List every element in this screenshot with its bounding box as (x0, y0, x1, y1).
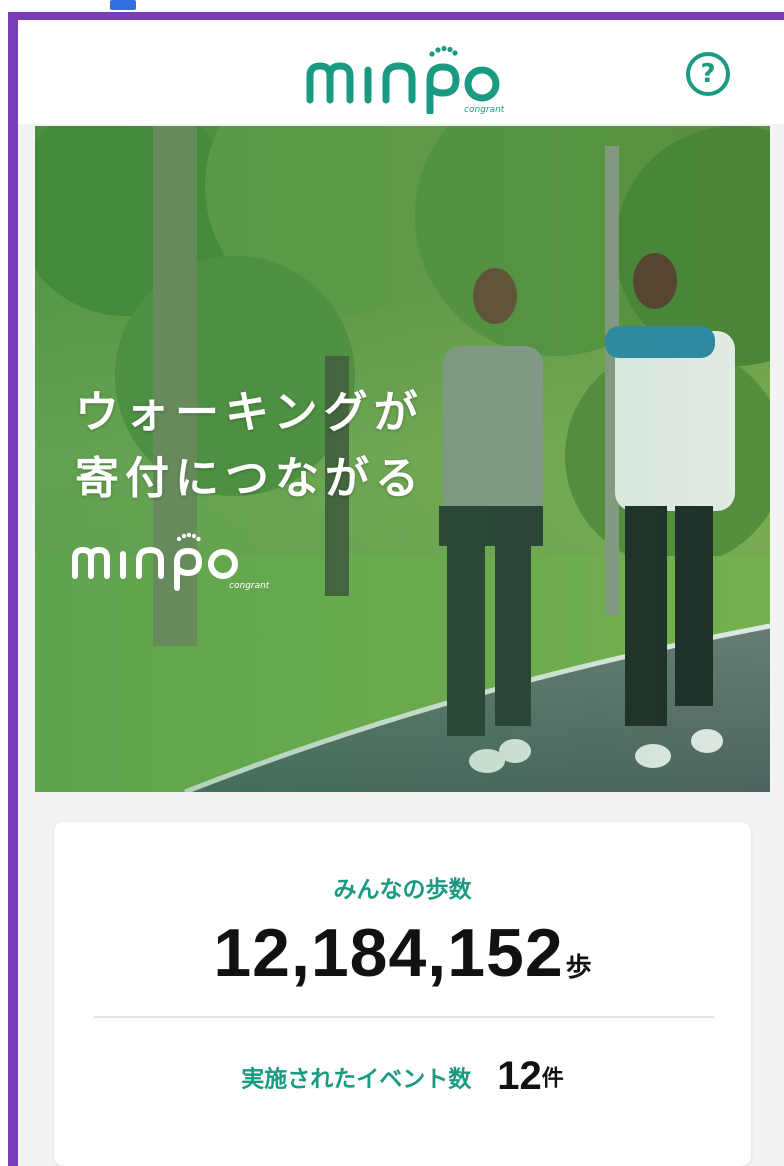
events-count-value: 12 (497, 1054, 542, 1098)
hero-banner: ウォーキングが 寄付につながる congrant (35, 126, 770, 792)
hero-tagline-line1: ウォーキングが (75, 387, 424, 438)
hero-logo-subtext: congrant (229, 581, 270, 591)
minpo-logo[interactable]: congrant (304, 42, 504, 114)
frame-border-top (8, 12, 784, 20)
logo-subtext: congrant (464, 105, 504, 114)
app-header: congrant ? (18, 20, 784, 124)
question-circle-icon: ? (700, 59, 716, 89)
stats-card: みんなの歩数 12,184,152歩 実施されたイベント数 12件 (54, 822, 751, 1166)
help-button[interactable]: ? (686, 52, 730, 96)
total-steps-value: 12,184,152 (213, 915, 564, 991)
device-frame: congrant ? ウォーキングが 寄付につながる congrant みんなの… (0, 0, 784, 1166)
frame-border-left (8, 12, 18, 1166)
events-count-label: 実施されたイベント数 (241, 1066, 472, 1093)
events-count-unit: 件 (541, 1066, 564, 1092)
events-count-row: 実施されたイベント数 12件 (54, 1054, 751, 1099)
app-screen: congrant ? ウォーキングが 寄付につながる congrant みんなの… (18, 20, 784, 1166)
hero-minpo-logo: congrant (72, 532, 270, 591)
total-steps-row: 12,184,152歩 (54, 914, 751, 992)
total-steps-label: みんなの歩数 (333, 877, 472, 903)
top-marker (110, 0, 136, 10)
total-steps-unit: 歩 (565, 953, 592, 983)
stats-divider (94, 1016, 714, 1018)
hero-tagline-line2: 寄付につながる (75, 453, 425, 504)
footprint-dots-icon (429, 45, 458, 57)
hero-tagline: ウォーキングが 寄付につながる (75, 380, 425, 512)
